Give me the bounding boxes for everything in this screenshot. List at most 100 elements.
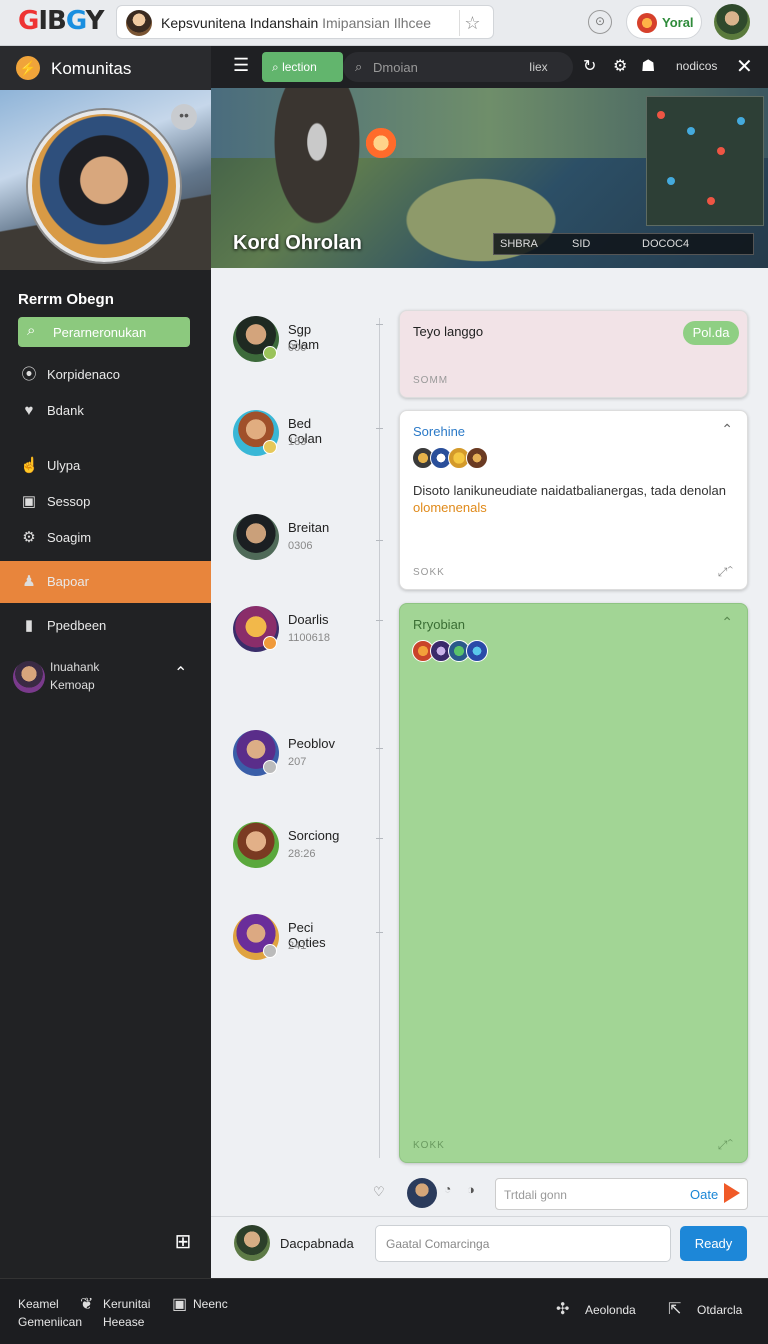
book-icon: ▮	[24, 617, 34, 634]
tab-lection[interactable]: ⌕ lection	[262, 52, 343, 82]
address-bar[interactable]: Kepsvunitena Indanshain Imipansian Ilhce…	[116, 5, 494, 39]
post-pill-button[interactable]: Pol.da	[683, 321, 739, 345]
chevron-up-icon[interactable]: ⌃	[721, 614, 733, 631]
post-card[interactable]: Teyo langgo Pol.da SOMM	[399, 310, 748, 398]
fire-effect	[361, 128, 401, 158]
user-pill[interactable]: Yoral	[626, 5, 702, 39]
comment-row: ♡ ◔ ◑ Trtdali gonn Oate	[211, 1172, 768, 1216]
address-sub: Imipansian Ilhcee	[322, 15, 432, 31]
profile-icon[interactable]: ☗	[641, 56, 655, 76]
sidebar-user-line1: Inuahank	[50, 660, 100, 674]
comment-input[interactable]: Trtdali gonn Oate	[495, 1178, 748, 1210]
sidebar-search-label: Perarneronukan	[53, 325, 147, 340]
settings-icon[interactable]: ⚙	[613, 56, 627, 76]
status-badge	[263, 944, 277, 958]
friend-name: Peoblov	[288, 736, 335, 751]
post-title: Teyo langgo	[413, 324, 484, 339]
post-body: Disoto lanikuneudiate naidatbalianergas,…	[413, 482, 733, 516]
footer-link[interactable]: Heease	[103, 1315, 144, 1329]
timeline-line	[379, 318, 380, 1158]
main-toolbar: ☰ ⌕ lection ⌕ Dmoian Iiex ↻ ⚙ ☗ nodicos …	[211, 46, 768, 88]
friend-sub: 0306	[288, 540, 313, 552]
post-footer: SOMM	[413, 375, 449, 386]
sidebar-item-label: Sessop	[47, 494, 91, 509]
status-badge	[263, 440, 277, 454]
footer-link[interactable]: Gemeniican	[18, 1315, 82, 1329]
bookmark-star-icon[interactable]: ☆	[459, 10, 485, 36]
feed-area: Sgp Glam 000 Bed Colan 183 Breitan 0306 …	[211, 268, 768, 1278]
sidebar-item-label: Bapoar	[47, 574, 89, 589]
hud-a: SHBRA	[500, 238, 538, 250]
game-banner: Kord Ohrolan SHBRA SID DOCOC4	[211, 88, 768, 268]
search-input[interactable]: ⌕ Dmoian Iiex	[343, 52, 573, 82]
avatar	[234, 1225, 270, 1261]
notices-link[interactable]: nodicos	[676, 59, 717, 73]
friend-sub: 241	[288, 940, 307, 952]
profile-name: Rerrm Obegn	[18, 291, 114, 308]
friend-name: Doarlis	[288, 612, 329, 627]
sidebar-item-bapoar[interactable]: ♟ Bapoar	[0, 561, 211, 603]
footer-link[interactable]: Keamel	[18, 1297, 59, 1311]
reaction-row	[412, 640, 488, 662]
menu-icon[interactable]: ☰	[233, 55, 249, 76]
chevron-up-icon[interactable]: ⌃	[721, 421, 733, 438]
pin-icon: ⦿	[21, 366, 37, 383]
post-card[interactable]: Rryobian ⌃ KOKK ⤢⌃	[399, 603, 748, 1163]
reaction-icon[interactable]	[466, 447, 488, 469]
window-icon: ▣	[21, 493, 37, 510]
game-hud: SHBRA SID DOCOC4	[493, 233, 754, 255]
share-icon: ⇱	[668, 1301, 682, 1318]
sidebar-search-button[interactable]: ⌕ Perarneronukan	[18, 317, 190, 347]
profile-avatar[interactable]	[28, 110, 180, 262]
close-icon[interactable]: ✕	[736, 54, 753, 79]
avatar	[407, 1178, 437, 1208]
post-body-text: Disoto lanikuneudiate naidatbalianergas,…	[413, 483, 726, 498]
reaction-row	[412, 447, 488, 469]
avatar	[233, 822, 279, 868]
expand-icon[interactable]: ⤢⌃	[718, 565, 733, 580]
grid-icon[interactable]: ⊞	[172, 1231, 194, 1253]
account-avatar[interactable]	[714, 4, 750, 40]
post-card[interactable]: Sorehine ⌃ Disoto lanikuneudiate naidatb…	[399, 410, 748, 590]
app-logo[interactable]: GIBGY	[18, 6, 104, 38]
user-pill-label: Yoral	[662, 15, 694, 30]
location-icon[interactable]: ♡	[373, 1184, 385, 1200]
compose-username: Dacpabnada	[280, 1236, 354, 1251]
reaction-icon[interactable]	[466, 640, 488, 662]
chevron-up-icon[interactable]: ⌃	[174, 663, 187, 683]
sidebar-header: ⚡ Komunitas	[0, 46, 211, 90]
emoji-icon[interactable]: ◑	[467, 1182, 483, 1204]
minimap	[646, 96, 764, 226]
tab-label: ⌕ lection	[272, 60, 317, 74]
comment-send-label[interactable]: Oate	[690, 1187, 718, 1202]
sidebar-title: Komunitas	[51, 59, 132, 78]
footer-link[interactable]: Neenc	[193, 1297, 228, 1311]
puzzle-icon: ✣	[556, 1301, 570, 1318]
sidebar-user[interactable]: Inuahank Kemoap ⌃	[0, 651, 211, 701]
refresh-icon[interactable]: ↻	[583, 56, 596, 76]
compose-input[interactable]: Gaatal Comarcinga	[375, 1225, 671, 1262]
send-arrow-icon[interactable]	[724, 1183, 740, 1203]
more-options-icon[interactable]: ••	[171, 104, 197, 130]
search-filter[interactable]: Iiex	[529, 60, 548, 74]
left-sidebar: ⚡ Komunitas •• Rerrm Obegn ⌕ Perarneronu…	[0, 46, 211, 1278]
status-badge	[263, 760, 277, 774]
heart-icon: ♥	[24, 402, 34, 419]
footer-link[interactable]: Otdarcla	[697, 1303, 742, 1317]
search-placeholder: Dmoian	[373, 60, 418, 75]
sidebar-item-label: Ppedbeen	[47, 618, 107, 633]
history-icon[interactable]: ⊙	[588, 10, 612, 34]
attach-icon[interactable]: ◔	[444, 1182, 458, 1204]
sidebar-item-soagim[interactable]: ⚙ Soagim	[0, 517, 211, 559]
ready-button[interactable]: Ready	[680, 1226, 747, 1261]
expand-icon[interactable]: ⤢⌃	[718, 1138, 733, 1153]
sidebar-item-ppedbeen[interactable]: ▮ Ppedbeen	[0, 605, 211, 647]
sidebar-user-line2: Kemoap	[50, 678, 95, 692]
post-body-link[interactable]: olomenenals	[413, 500, 487, 515]
gear-icon: ⚙	[22, 529, 36, 546]
footer-link[interactable]: Aeolonda	[585, 1303, 636, 1317]
address-text: Kepsvunitena Indanshain Imipansian Ilhce…	[161, 15, 431, 31]
footer-link[interactable]: Kerunitai	[103, 1297, 150, 1311]
sidebar-item-bdank[interactable]: ♥ Bdank	[0, 390, 211, 432]
person-icon: ♟	[22, 573, 36, 590]
